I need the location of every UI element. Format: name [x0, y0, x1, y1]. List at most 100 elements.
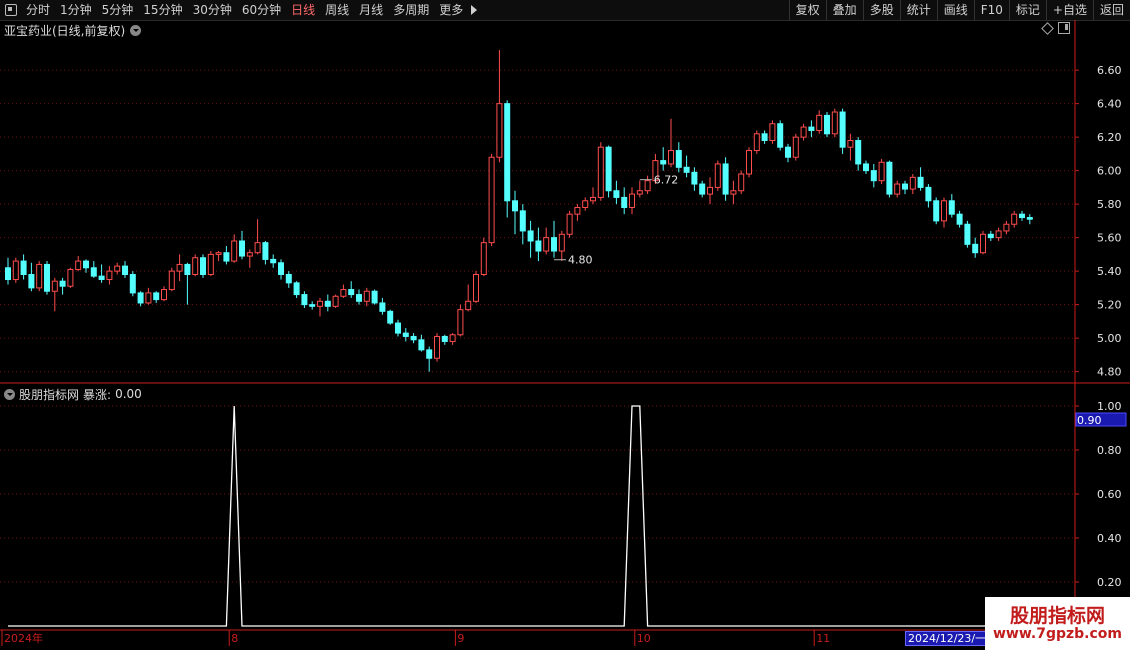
candle-body: [262, 242, 269, 260]
candle-body: [847, 139, 854, 148]
candle-body: [590, 196, 596, 202]
candle-body: [324, 300, 331, 307]
candle-body: [223, 252, 230, 262]
candle-body: [12, 260, 19, 281]
candle-body: [51, 280, 58, 292]
indicator-options-icon[interactable]: [4, 388, 15, 400]
candle-body: [933, 200, 940, 222]
candle-body: [90, 267, 97, 277]
candle-body: [535, 240, 542, 252]
indicator-tick-label: 0.80: [1097, 444, 1122, 457]
price-tick-label: 5.20: [1097, 299, 1122, 312]
candle-body: [332, 295, 339, 307]
candle-body: [644, 180, 651, 192]
date-tick-label: 2024年: [4, 631, 43, 645]
candle-body: [683, 166, 690, 173]
watermark: 股朋指标网 www.7gpzb.com: [985, 597, 1130, 650]
candle-body: [153, 292, 160, 301]
candle-body: [28, 273, 35, 289]
candle-body: [925, 186, 932, 202]
candle-body: [597, 146, 604, 198]
candle-body: [558, 233, 565, 252]
selected-date: 2024/12/23/一: [905, 631, 989, 646]
price-tick-label: 6.40: [1097, 98, 1122, 111]
candle-body: [699, 183, 706, 195]
price-tick-label: 6.00: [1097, 165, 1122, 178]
date-tick-label: 11: [816, 632, 830, 645]
candle-body: [1026, 217, 1033, 220]
candle-body: [808, 126, 815, 131]
candle-body: [894, 183, 901, 195]
price-annotation: 6.72: [654, 174, 679, 187]
candle-body: [106, 270, 113, 281]
candle-body: [231, 240, 238, 262]
candle-body: [278, 262, 284, 275]
candle-body: [636, 190, 643, 195]
candle-body: [863, 163, 869, 172]
candle-body: [254, 242, 261, 254]
candle-body: [855, 139, 862, 165]
date-tick-label: 9: [457, 632, 464, 645]
candle-body: [714, 163, 721, 188]
candle-body: [387, 310, 394, 324]
candle-body: [83, 260, 89, 269]
candle-body: [168, 270, 175, 291]
stock-chart[interactable]: 6.60 6.40 6.20 6.00 5.80 5.60 5.40 5.20 5.00 4.80…: [0, 0, 1130, 650]
indicator-value: 0.00: [115, 387, 142, 401]
candle-body: [176, 263, 183, 272]
candle-body: [675, 150, 682, 168]
candle-body: [948, 200, 955, 215]
candle-body: [730, 190, 737, 195]
indicator-title: 股朋指标网: [19, 387, 80, 402]
candle-body: [207, 253, 214, 275]
candle-body: [543, 237, 550, 252]
candle-body: [504, 103, 511, 202]
candle-body: [956, 213, 963, 225]
candle-body: [551, 237, 557, 252]
candle-body: [161, 289, 167, 301]
candle-body: [878, 161, 885, 182]
candle-body: [340, 289, 347, 297]
price-tick-label: 4.80: [1097, 366, 1122, 379]
candle-body: [816, 114, 823, 131]
candle-body: [20, 260, 27, 275]
candle-body: [668, 150, 674, 165]
candle-body: [246, 252, 253, 257]
candle-body: [761, 133, 768, 141]
candle-body: [621, 196, 628, 208]
candle-body: [1019, 213, 1025, 219]
candle-body: [496, 103, 503, 158]
candle-body: [402, 332, 409, 337]
candle-body: [629, 193, 635, 208]
candle-body: [293, 282, 300, 296]
candle-body: [753, 133, 760, 152]
candle-body: [574, 206, 581, 215]
candle-body: [137, 292, 144, 304]
candle-body: [613, 190, 620, 198]
candle-body: [488, 156, 495, 244]
candle-body: [457, 309, 464, 336]
candle-body: [870, 170, 877, 182]
candle-body: [738, 173, 745, 192]
candle-body: [410, 335, 417, 341]
candle-body: [909, 176, 916, 190]
candle-body: [122, 265, 128, 275]
candle-body: [239, 240, 245, 257]
candle-body: [379, 302, 386, 312]
indicator-tick-label: 0.20: [1097, 576, 1122, 589]
candle-body: [200, 257, 206, 275]
candle-body: [145, 292, 152, 304]
candle-body: [67, 268, 74, 287]
candle-body: [285, 273, 292, 284]
candle-body: [5, 267, 11, 281]
candle-body: [972, 243, 979, 254]
candle-body: [605, 146, 612, 192]
candle-body: [192, 257, 199, 275]
candle-body: [839, 111, 846, 148]
candle-body: [129, 273, 136, 294]
candle-body: [59, 280, 66, 287]
candle-body: [44, 263, 50, 292]
candle-body: [941, 200, 947, 222]
candle-body: [301, 294, 308, 306]
candle-body: [317, 300, 323, 307]
